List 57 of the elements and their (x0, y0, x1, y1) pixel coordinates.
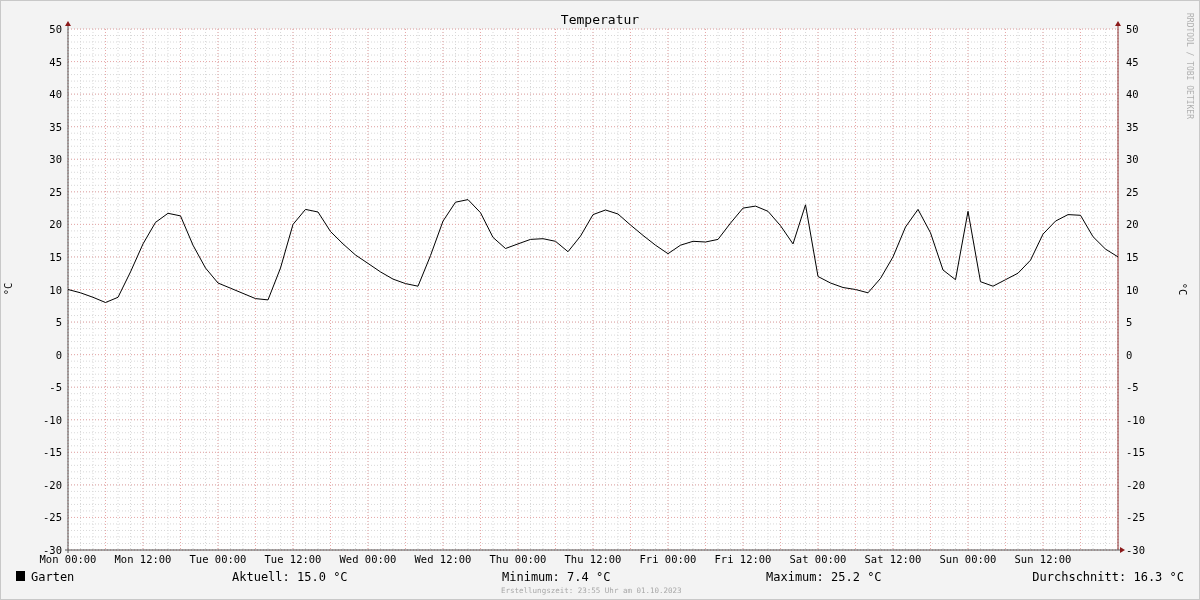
x-tick-label: Thu 00:00 (489, 553, 547, 565)
legend-label: Garten (31, 570, 75, 584)
y-tick-label: 20 (1126, 218, 1139, 231)
y-tick-label: 30 (1126, 153, 1139, 166)
y-tick-label: 35 (1126, 120, 1139, 133)
y-tick-label: -15 (1126, 446, 1145, 459)
y-tick-label: 15 (49, 250, 62, 263)
y-tick-label: 30 (49, 153, 62, 166)
x-tick-label: Tue 00:00 (189, 553, 247, 565)
y-tick-label: 5 (1126, 316, 1133, 329)
y-tick-label: -25 (43, 511, 62, 524)
x-tick-label: Sat 00:00 (789, 553, 847, 565)
y-tick-label: 15 (1126, 250, 1139, 263)
y-tick-label: -5 (1126, 381, 1139, 394)
x-tick-label: Wed 00:00 (339, 553, 397, 565)
y-tick-label: 40 (49, 88, 62, 101)
y-tick-label: -25 (1126, 511, 1145, 524)
x-tick-label: Fri 12:00 (714, 553, 772, 565)
y-tick-label: -30 (1126, 544, 1145, 556)
y-axis-label: °C (1, 282, 14, 296)
x-tick-label: Mon 00:00 (39, 553, 97, 565)
y-tick-label: -15 (43, 446, 62, 459)
y-tick-label: -10 (43, 413, 62, 426)
x-tick-label: Mon 12:00 (114, 553, 172, 565)
y-tick-label: 45 (49, 55, 62, 68)
stat-value: Maximum: 25.2 °C (766, 570, 882, 584)
y-axis-label: °C (1176, 282, 1189, 296)
y-tick-label: 0 (55, 348, 62, 361)
x-tick-label: Tue 12:00 (264, 553, 322, 565)
y-tick-label: 25 (1126, 185, 1139, 198)
x-tick-label: Sun 12:00 (1014, 553, 1072, 565)
y-tick-label: -10 (1126, 413, 1145, 426)
y-tick-label: 50 (1126, 23, 1139, 35)
x-tick-label: Wed 12:00 (414, 553, 472, 565)
stat-value: Aktuell: 15.0 °C (232, 570, 348, 584)
credit-text: RRDTOOL / TOBI OETIKER (1185, 13, 1194, 119)
y-tick-label: 10 (49, 283, 62, 296)
y-tick-label: -5 (49, 381, 62, 394)
y-tick-label: 25 (49, 185, 62, 198)
x-tick-label: Sat 12:00 (864, 553, 922, 565)
chart-title: Temperatur (560, 12, 640, 27)
y-tick-label: 5 (55, 316, 62, 329)
y-tick-label: 0 (1126, 348, 1133, 361)
stat-value: Durchschnitt: 16.3 °C (1032, 570, 1184, 584)
y-tick-label: 10 (1126, 283, 1139, 296)
y-tick-label: 35 (49, 120, 62, 133)
x-tick-label: Thu 12:00 (564, 553, 622, 565)
x-tick-label: Sun 00:00 (939, 553, 997, 565)
y-tick-label: 50 (49, 23, 62, 35)
x-tick-label: Fri 00:00 (639, 553, 697, 565)
y-tick-label: -20 (1126, 478, 1145, 491)
y-tick-label: -20 (43, 478, 62, 491)
y-tick-label: 40 (1126, 88, 1139, 101)
stat-value: Minimum: 7.4 °C (502, 570, 611, 584)
y-tick-label: 20 (49, 218, 62, 231)
y-tick-label: -30 (43, 544, 62, 556)
y-tick-label: 45 (1126, 55, 1139, 68)
